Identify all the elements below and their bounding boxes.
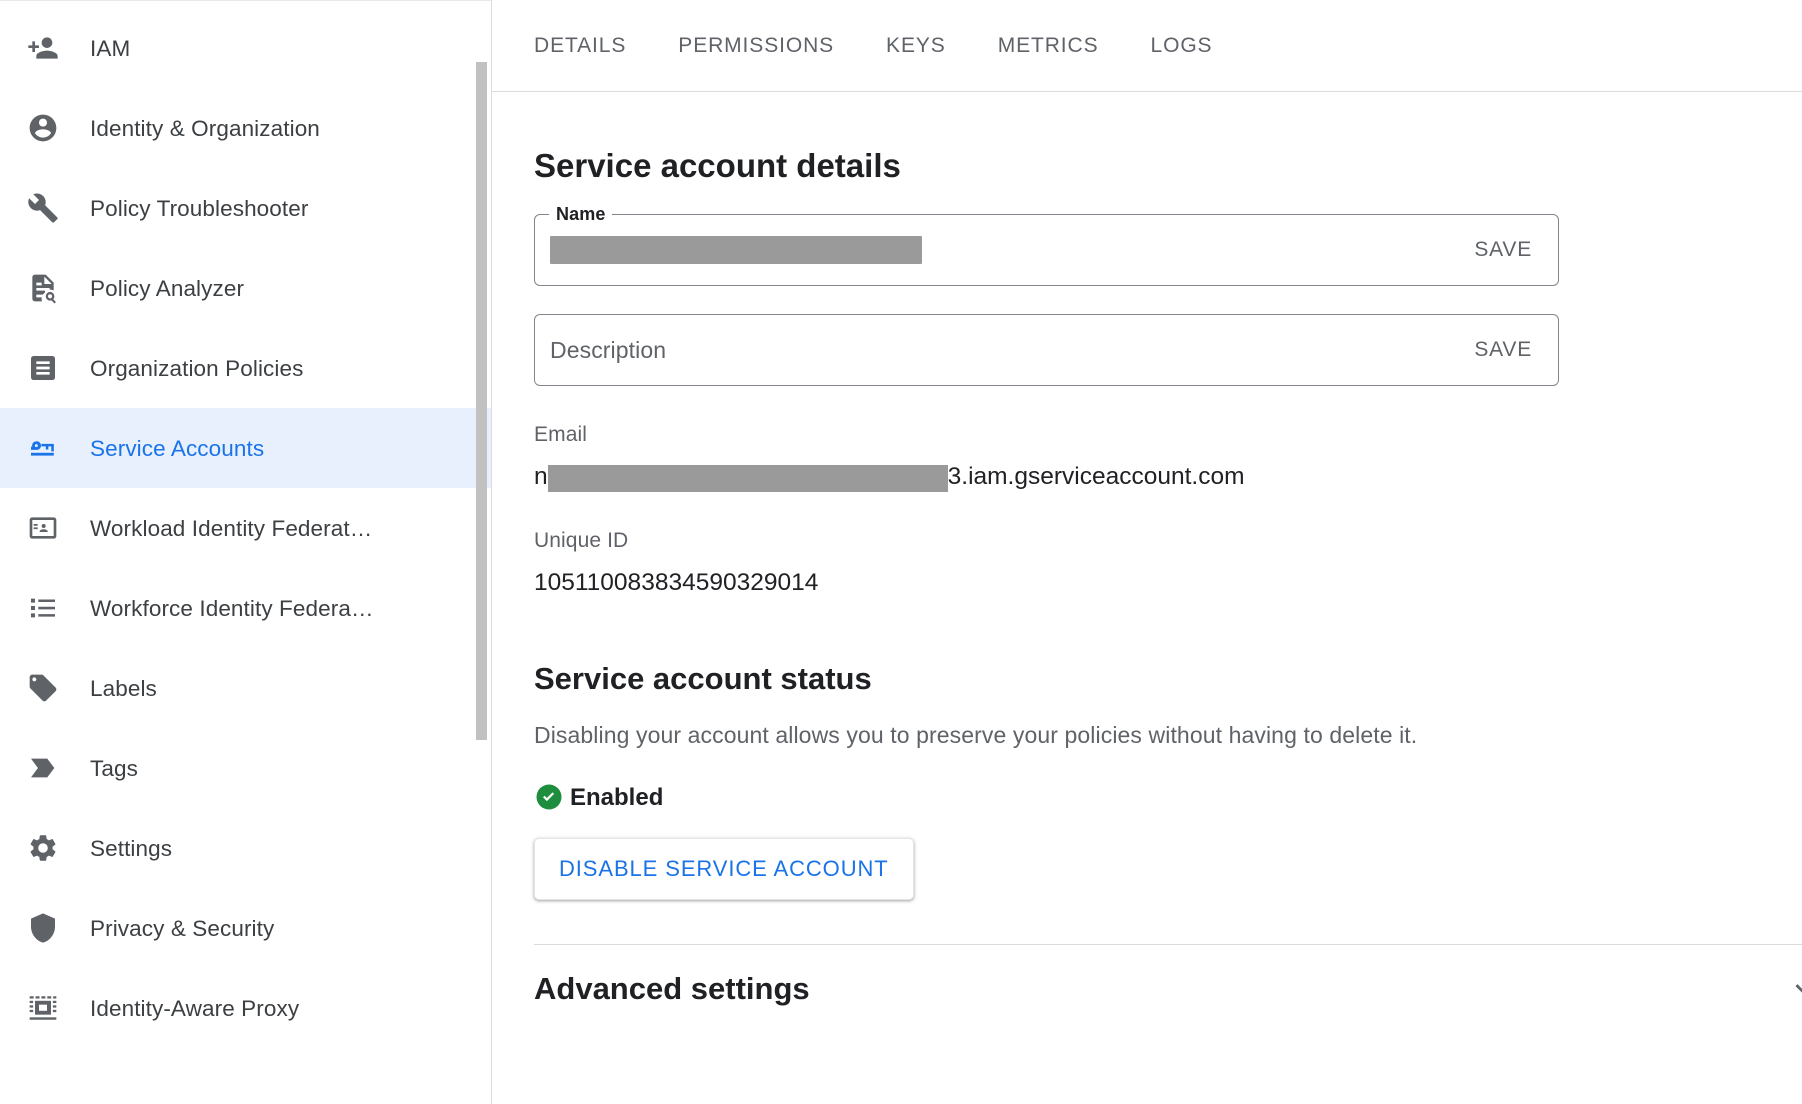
person-add-icon (26, 31, 60, 65)
tab-bar: DetailsPermissionsKeysMetricsLogs (492, 0, 1802, 92)
sidebar-item-label: Organization Policies (90, 355, 303, 382)
main-panel: DetailsPermissionsKeysMetricsLogs Servic… (492, 0, 1802, 1104)
status-description: Disabling your account allows you to pre… (534, 720, 1802, 750)
tab-details[interactable]: Details (506, 0, 652, 91)
tag-arrow-icon (26, 751, 60, 785)
sidebar-nav-list: IAM Identity & Organization Policy Trouble… (0, 8, 492, 1098)
sidebar-item-labels[interactable]: Labels (0, 648, 492, 728)
name-save-button[interactable]: Save (1456, 238, 1558, 262)
email-prefix: n (534, 462, 548, 492)
disable-service-account-button[interactable]: Disable service account (534, 838, 914, 900)
sidebar-item-label: Service Accounts (90, 435, 264, 462)
sidebar-item-tags[interactable]: Tags (0, 728, 492, 808)
unique-id-value: 105110083834590329014 (534, 568, 1802, 598)
sidebar-item-organization-policies[interactable]: Organization Policies (0, 328, 492, 408)
description-field-value-wrap[interactable]: Description (535, 336, 1456, 364)
sidebar-item-workforce-identity-federa[interactable]: Workforce Identity Federa… (0, 568, 492, 648)
label-tag-icon (26, 671, 60, 705)
sidebar-item-policy-troubleshooter[interactable]: Policy Troubleshooter (0, 168, 492, 248)
service-account-details-page: IAM Identity & Organization Policy Trouble… (0, 0, 1802, 1104)
proxy-icon (26, 991, 60, 1025)
sidebar-item-label: Tags (90, 755, 138, 782)
gear-icon (26, 831, 60, 865)
sidebar-item-identity-aware-proxy[interactable]: Identity-Aware Proxy (0, 968, 492, 1048)
description-placeholder: Description (550, 336, 666, 364)
check-circle-icon (534, 782, 564, 812)
details-content: Service account details Name Save Descri… (492, 146, 1802, 1033)
description-field[interactable]: Description Save (534, 314, 1559, 386)
sidebar-item-label: Identity & Organization (90, 115, 320, 142)
unique-id-label: Unique ID (534, 528, 1802, 553)
sidebar-item-label: Privacy & Security (90, 915, 274, 942)
key-icon (26, 431, 60, 465)
email-value: n 3.iam.gserviceaccount.com (534, 462, 1802, 492)
sidebar-scrollbar-thumb[interactable] (476, 62, 487, 740)
account-circle-icon (26, 111, 60, 145)
sidebar-item-label: Identity-Aware Proxy (90, 995, 299, 1022)
sidebar-item-label: Labels (90, 675, 157, 702)
sidebar-item-label: Workforce Identity Federa… (90, 595, 374, 622)
name-value-redaction (550, 236, 922, 264)
bullet-list-icon (26, 591, 60, 625)
email-label: Email (534, 422, 1802, 447)
email-redaction (548, 465, 948, 492)
sidebar-item-label: IAM (90, 35, 130, 62)
sidebar-item-identity-organization[interactable]: Identity & Organization (0, 88, 492, 168)
sidebar-item-workload-identity-federat[interactable]: Workload Identity Federat… (0, 488, 492, 568)
badge-card-icon (26, 511, 60, 545)
status-heading: Service account status (534, 660, 1802, 698)
sidebar-item-privacy-security[interactable]: Privacy & Security (0, 888, 492, 968)
sidebar-item-label: Workload Identity Federat… (90, 515, 372, 542)
status-badge-label: Enabled (570, 783, 663, 812)
chevron-down-icon[interactable] (1787, 972, 1802, 1006)
name-field-value-wrap[interactable] (535, 236, 1456, 264)
sidebar-item-settings[interactable]: Settings (0, 808, 492, 888)
sidebar-item-policy-analyzer[interactable]: Policy Analyzer (0, 248, 492, 328)
document-search-icon (26, 271, 60, 305)
sidebar-item-label: Policy Analyzer (90, 275, 244, 302)
advanced-settings-accordion[interactable]: Advanced settings (534, 945, 1802, 1033)
tab-keys[interactable]: Keys (860, 0, 972, 91)
iam-sidebar: IAM Identity & Organization Policy Trouble… (0, 0, 492, 1104)
advanced-settings-title: Advanced settings (534, 970, 810, 1008)
tab-metrics[interactable]: Metrics (972, 0, 1125, 91)
page-title: Service account details (534, 146, 1802, 186)
email-suffix: 3.iam.gserviceaccount.com (948, 462, 1245, 492)
sidebar-item-label: Policy Troubleshooter (90, 195, 308, 222)
tab-permissions[interactable]: Permissions (652, 0, 860, 91)
description-save-button[interactable]: Save (1456, 338, 1558, 362)
sidebar-top-divider (0, 0, 492, 1)
tab-logs[interactable]: Logs (1125, 0, 1239, 91)
sidebar-scrollbar-track[interactable] (476, 62, 487, 1104)
status-badge: Enabled (534, 782, 1802, 812)
name-field[interactable]: Name Save (534, 214, 1559, 286)
list-article-icon (26, 351, 60, 385)
sidebar-item-label: Settings (90, 835, 172, 862)
name-field-label: Name (549, 203, 612, 225)
sidebar-item-service-accounts[interactable]: Service Accounts (0, 408, 492, 488)
wrench-icon (26, 191, 60, 225)
sidebar-item-iam[interactable]: IAM (0, 8, 492, 88)
shield-icon (26, 911, 60, 945)
